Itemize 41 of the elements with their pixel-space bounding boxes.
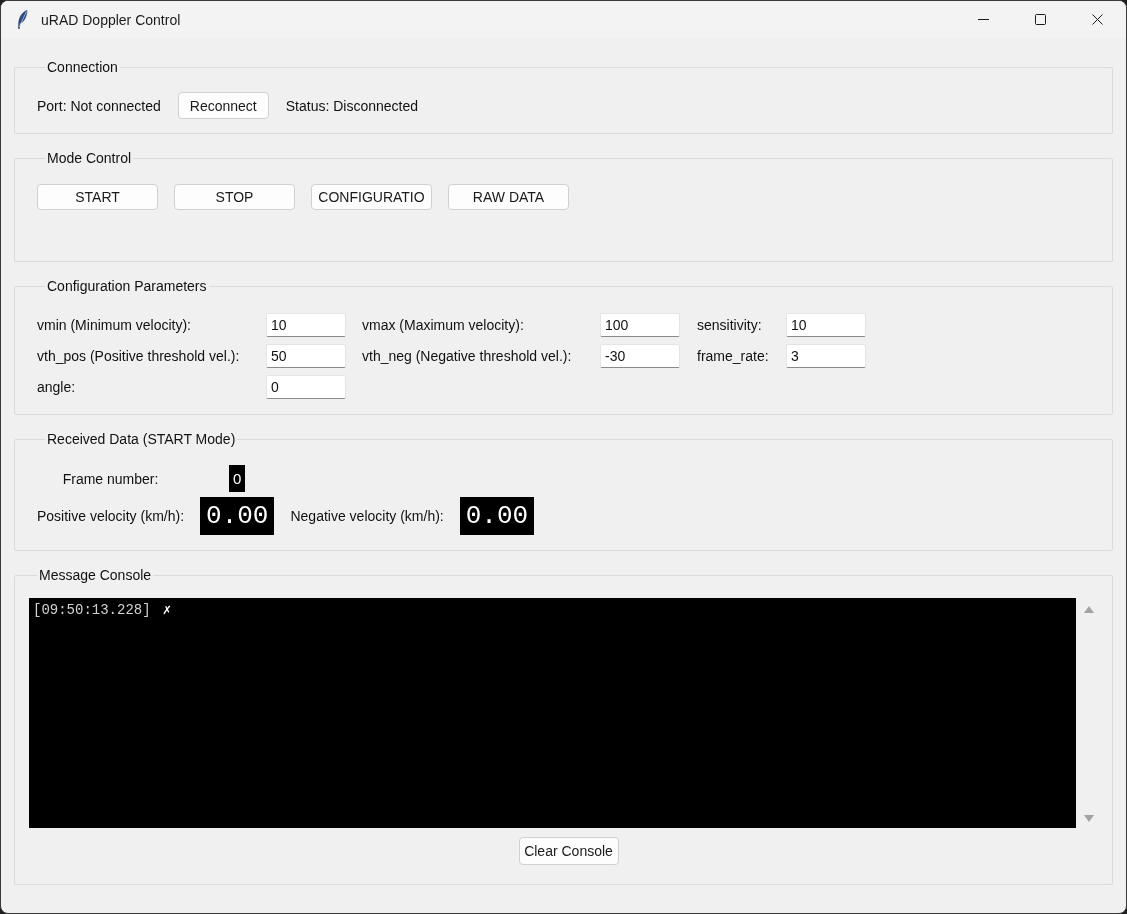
velocity-value: 0.00 (459, 497, 535, 535)
section-title: Configuration Parameters (46, 277, 208, 295)
section-title: Mode Control (46, 149, 133, 167)
mode-button[interactable]: CONFIGURATIO (311, 184, 432, 210)
frame-number-label: Frame number: (62, 470, 159, 487)
section-title: Connection (46, 58, 119, 76)
section-title: Message Console (38, 566, 153, 584)
scroll-up-arrow-icon[interactable] (1084, 606, 1094, 613)
parameter-field[interactable]: 100 (600, 313, 680, 337)
parameter-label: frame_rate: (697, 348, 770, 364)
parameter-label: vth_pos (Positive threshold vel.): (37, 348, 241, 364)
parameter-label: angle: (37, 379, 77, 395)
velocity-label: Negative velocity (km/h): (290, 508, 444, 524)
clear-console-button[interactable]: Clear Console (518, 837, 619, 865)
port-label: Port: Not connected (37, 97, 161, 114)
parameter-label: sensitivity: (697, 317, 763, 333)
scroll-down-arrow-icon[interactable] (1084, 815, 1094, 822)
parameter-field[interactable]: 3 (786, 344, 866, 368)
window-title: uRAD Doppler Control (41, 11, 181, 28)
parameter-field[interactable]: 50 (266, 344, 346, 368)
console-timestamp: [09:50:13.228] (33, 602, 151, 619)
parameter-field[interactable]: -30 (600, 344, 680, 368)
mode-button[interactable]: START (37, 184, 158, 210)
parameter-field[interactable]: 0 (266, 375, 346, 399)
parameter-field[interactable]: 10 (266, 313, 346, 337)
status-label: Status: Disconnected (285, 97, 419, 114)
parameter-label: vmax (Maximum velocity): (362, 317, 525, 333)
reconnect-button[interactable]: Reconnect (177, 92, 269, 119)
mode-button[interactable]: STOP (174, 184, 295, 210)
section-title: Received Data (START Mode) (46, 430, 237, 448)
console-message: ✗ (162, 602, 172, 619)
maximize-icon[interactable] (1035, 14, 1046, 25)
feather-icon (17, 10, 28, 29)
close-icon[interactable] (1092, 14, 1103, 25)
mode-button[interactable]: RAW DATA (448, 184, 569, 210)
parameter-label: vth_neg (Negative threshold vel.): (362, 348, 573, 364)
parameter-label: vmin (Minimum velocity): (37, 317, 192, 333)
parameter-field[interactable]: 10 (786, 313, 866, 337)
velocity-value: 0.00 (200, 497, 275, 535)
velocity-label: Positive velocity (km/h): (37, 508, 185, 524)
frame-number-value: 0 (229, 465, 246, 492)
